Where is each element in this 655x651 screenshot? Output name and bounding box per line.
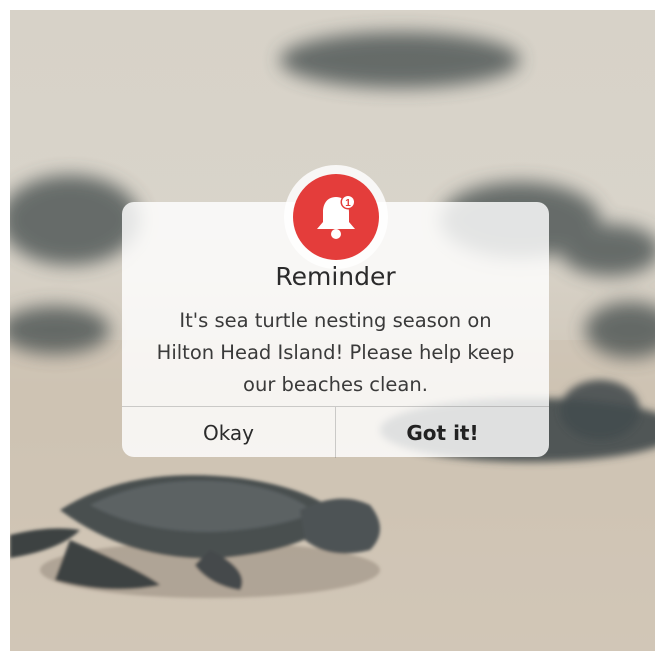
bell-icon: 1 (293, 174, 379, 260)
notification-badge: 1 (345, 198, 351, 209)
okay-button[interactable]: Okay (122, 407, 335, 458)
dialog-button-row: Okay Got it! (122, 406, 549, 458)
dialog-message: It's sea turtle nesting season on Hilton… (156, 309, 515, 396)
got-it-button[interactable]: Got it! (335, 407, 549, 458)
dialog-title: Reminder (275, 262, 396, 291)
